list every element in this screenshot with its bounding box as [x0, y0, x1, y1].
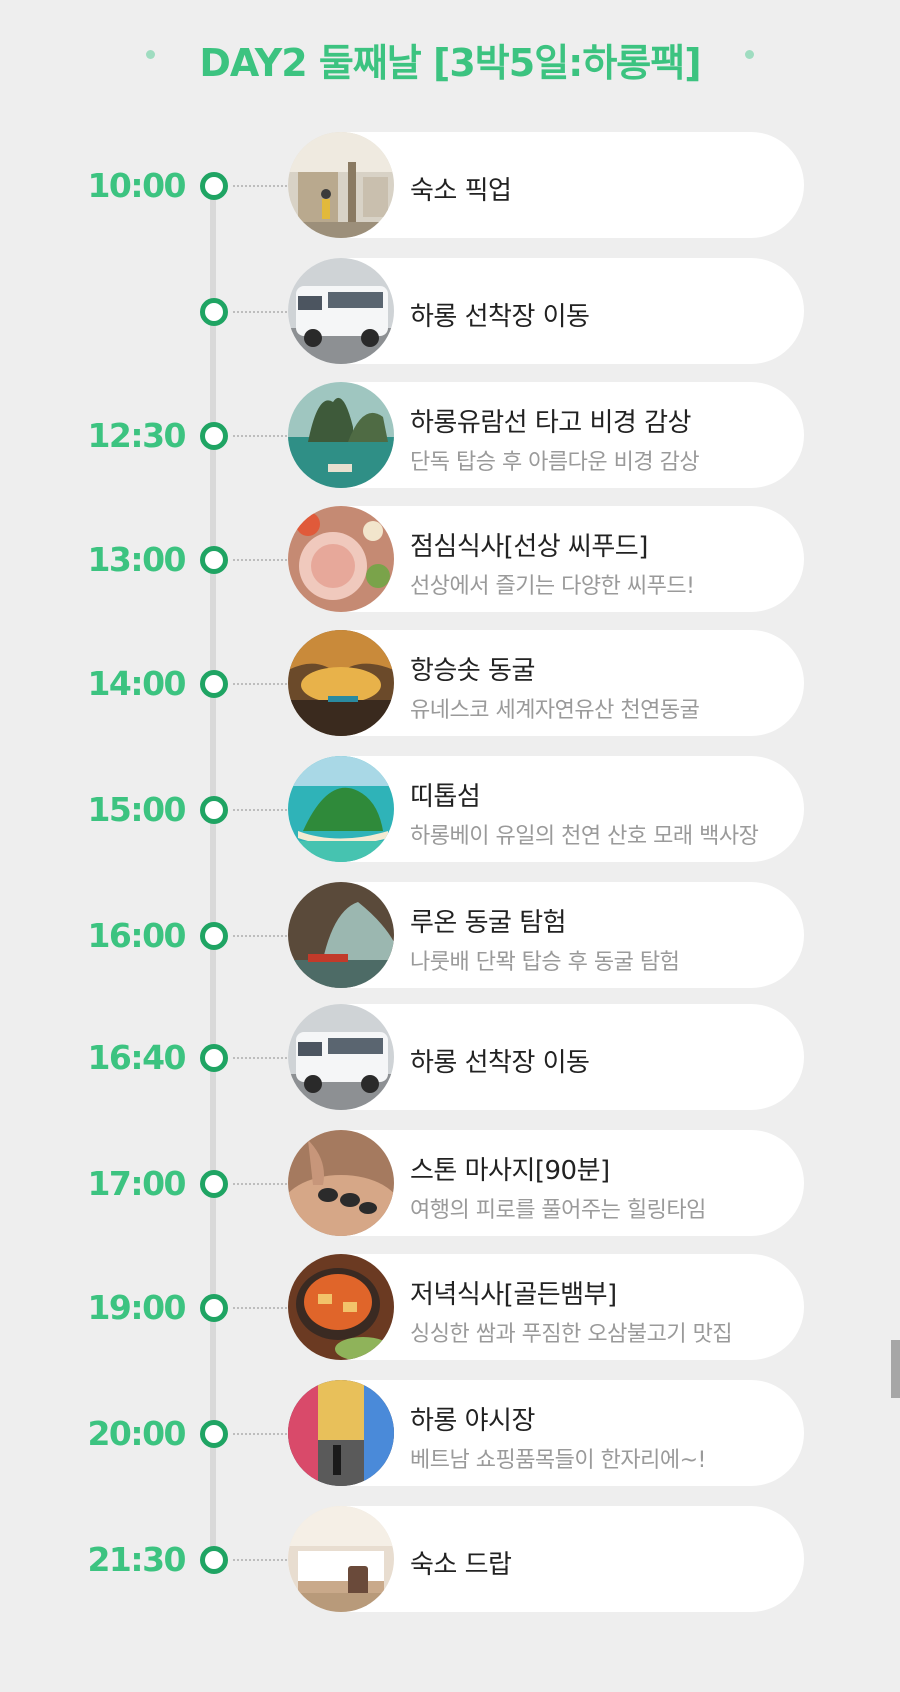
schedule-title: 숙소 드랍	[410, 1550, 512, 1580]
schedule-item: 12:30 하롱유람선 타고 비경 감상 단독 탑승 후 아름다운 비경 감상	[0, 382, 900, 490]
title-decoration-dot	[745, 50, 754, 59]
schedule-time: 12:30	[87, 416, 186, 455]
white-van-photo	[288, 258, 394, 364]
seafood-platter-photo	[288, 506, 394, 612]
schedule-title: 하롱 야시장	[410, 1406, 535, 1436]
schedule-time: 20:00	[87, 1414, 186, 1453]
dotted-connector	[233, 311, 291, 313]
dotted-connector	[233, 1559, 291, 1561]
dotted-connector	[233, 185, 291, 187]
schedule-title: 하롱 선착장 이동	[410, 302, 590, 332]
schedule-time: 17:00	[87, 1164, 186, 1203]
timeline-node	[200, 546, 228, 574]
schedule-subtitle: 유네스코 세계자연유산 천연동굴	[410, 698, 700, 723]
schedule-time: 19:00	[87, 1288, 186, 1327]
dotted-connector	[233, 683, 291, 685]
schedule-title: 루온 동굴 탐험	[410, 908, 567, 938]
cave-boat-photo	[288, 882, 394, 988]
timeline-node	[200, 670, 228, 698]
dotted-connector	[233, 935, 291, 937]
timeline-node	[200, 1170, 228, 1198]
schedule-item: 16:00 루온 동굴 탐험 나룻배 단뫅 탑승 후 동굴 탐험	[0, 882, 900, 990]
dotted-connector	[233, 559, 291, 561]
schedule-title: 띠톱섬	[410, 782, 481, 812]
dotted-connector	[233, 1307, 291, 1309]
page-title: DAY2 둘째날 [3박5일:하롱팩]	[199, 41, 701, 85]
night-market-photo	[288, 1380, 394, 1486]
schedule-item: 17:00 스톤 마사지[90분] 여행의 피로를 풀어주는 힐링타임	[0, 1130, 900, 1238]
schedule-time: 15:00	[87, 790, 186, 829]
schedule-title: 점심식사[선상 씨푸드]	[410, 532, 648, 562]
schedule-item: 하롱 선착장 이동	[0, 258, 900, 366]
schedule-title: 항승솟 동굴	[410, 656, 535, 686]
schedule-subtitle: 싱싱한 쌈과 푸짐한 오삼불고기 맛집	[410, 1322, 733, 1347]
schedule-time: 13:00	[87, 540, 186, 579]
dotted-connector	[233, 1433, 291, 1435]
schedule-item: 15:00 띠톱섬 하롱베이 유일의 천연 산호 모래 백사장	[0, 756, 900, 864]
schedule-time: 10:00	[87, 166, 186, 205]
halong-bay-cruise-photo	[288, 382, 394, 488]
schedule-item: 21:30 숙소 드랍	[0, 1506, 900, 1614]
scrollbar-thumb[interactable]	[891, 1340, 900, 1398]
timeline-node	[200, 1546, 228, 1574]
schedule-time: 16:00	[87, 916, 186, 955]
schedule-title: 하롱유람선 타고 비경 감상	[410, 408, 691, 438]
timeline-node	[200, 796, 228, 824]
schedule-subtitle: 나룻배 단뫅 탑승 후 동굴 탐험	[410, 950, 680, 975]
dotted-connector	[233, 435, 291, 437]
schedule-item: 16:40 하롱 선착장 이동	[0, 1004, 900, 1112]
dotted-connector	[233, 1057, 291, 1059]
schedule-title: 스톤 마사지[90분]	[410, 1156, 610, 1186]
header: DAY2 둘째날 [3박5일:하롱팩]	[0, 28, 900, 85]
island-beach-photo	[288, 756, 394, 862]
schedule-item: 19:00 저녁식사[골든뱀부] 싱싱한 쌈과 푸짐한 오삼불고기 맛집	[0, 1254, 900, 1362]
dotted-connector	[233, 1183, 291, 1185]
stone-massage-photo	[288, 1130, 394, 1236]
schedule-title: 하롱 선착장 이동	[410, 1048, 590, 1078]
schedule-subtitle: 여행의 피로를 풀어주는 힐링타임	[410, 1198, 706, 1223]
schedule-item: 13:00 점심식사[선상 씨푸드] 선상에서 즐기는 다양한 씨푸드!	[0, 506, 900, 614]
timeline-node	[200, 172, 228, 200]
schedule-time: 16:40	[87, 1038, 186, 1077]
schedule-item: 14:00 항승솟 동굴 유네스코 세계자연유산 천연동굴	[0, 630, 900, 738]
hotel-room-photo	[288, 1506, 394, 1612]
schedule-time: 14:00	[87, 664, 186, 703]
schedule-subtitle: 하롱베이 유일의 천연 산호 모래 백사장	[410, 824, 759, 849]
schedule-item: 20:00 하롱 야시장 베트남 쇼핑품목들이 한자리에~!	[0, 1380, 900, 1488]
schedule-time: 21:30	[87, 1540, 186, 1579]
timeline-node	[200, 1294, 228, 1322]
timeline-node	[200, 422, 228, 450]
schedule-title: 저녁식사[골든뱀부]	[410, 1280, 617, 1310]
schedule-title: 숙소 픽업	[410, 176, 512, 206]
schedule-subtitle: 단독 탑승 후 아름다운 비경 감상	[410, 450, 700, 475]
white-van-photo	[288, 1004, 394, 1110]
schedule-item: 10:00 숙소 픽업	[0, 132, 900, 240]
hotel-lobby-photo	[288, 132, 394, 238]
timeline-node	[200, 298, 228, 326]
schedule-subtitle: 베트남 쇼핑품목들이 한자리에~!	[410, 1448, 706, 1473]
schedule-subtitle: 선상에서 즐기는 다양한 씨푸드!	[410, 574, 695, 599]
timeline-node	[200, 922, 228, 950]
korean-dinner-photo	[288, 1254, 394, 1360]
cave-interior-photo	[288, 630, 394, 736]
dotted-connector	[233, 809, 291, 811]
timeline-node	[200, 1044, 228, 1072]
timeline-node	[200, 1420, 228, 1448]
